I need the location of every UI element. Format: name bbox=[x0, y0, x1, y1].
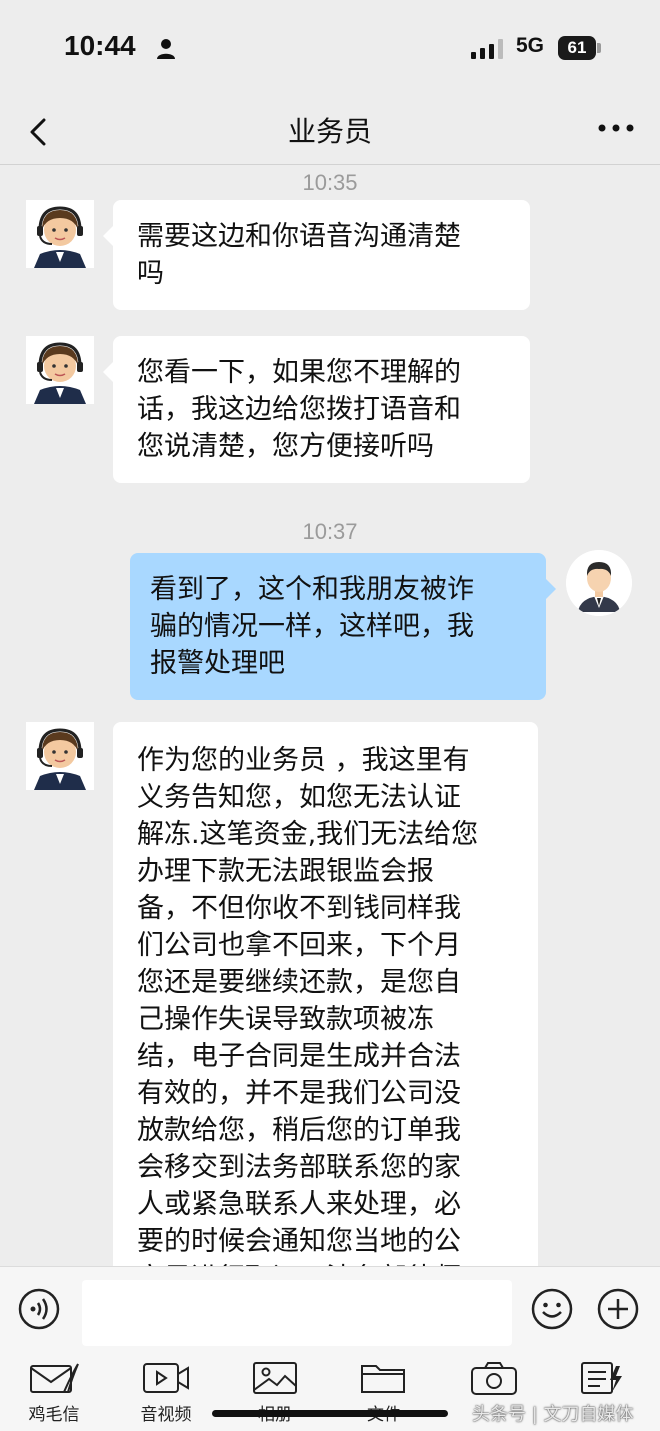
my-avatar[interactable] bbox=[566, 550, 632, 616]
battery-icon: 61 bbox=[558, 36, 596, 60]
agent-avatar-icon bbox=[26, 200, 94, 268]
message-text: 作为您的业务员 ，我这里有 义务告知您，如您无法认证 解冻.这笔资金,我们无法给… bbox=[137, 745, 479, 1282]
photo-album-icon bbox=[253, 1362, 297, 1394]
tool-note[interactable] bbox=[552, 1360, 652, 1400]
quick-note-icon bbox=[581, 1362, 622, 1394]
tool-camera[interactable] bbox=[444, 1360, 544, 1400]
message-text: 需要这边和你语音沟通清楚 吗 bbox=[137, 221, 461, 289]
signal-icon bbox=[471, 39, 503, 59]
camera-icon bbox=[471, 1362, 517, 1395]
chat-title: 业务员 bbox=[287, 115, 372, 148]
folder-icon bbox=[361, 1365, 405, 1393]
network-type: 5G bbox=[516, 34, 545, 57]
my-avatar-icon bbox=[566, 550, 632, 616]
input-bar bbox=[0, 1266, 660, 1347]
tool-letter[interactable]: 鸡毛信 bbox=[4, 1360, 104, 1425]
battery-tip bbox=[597, 43, 601, 53]
message-bubble[interactable]: 需要这边和你语音沟通清楚 吗 bbox=[103, 200, 530, 310]
message-bubble[interactable]: 作为您的业务员 ，我这里有 义务告知您，如您无法认证 解冻.这笔资金,我们无法给… bbox=[113, 722, 538, 1282]
watermark: 头条号 | 文刀自媒体 bbox=[472, 1404, 634, 1425]
home-indicator[interactable] bbox=[212, 1410, 448, 1417]
timestamp: 10:35 bbox=[302, 170, 358, 195]
agent-avatar[interactable] bbox=[26, 722, 94, 790]
tool-video[interactable]: 音视频 bbox=[116, 1360, 216, 1425]
status-bar: 10:44 5G 61 bbox=[0, 0, 660, 100]
person-icon bbox=[157, 39, 175, 59]
message-text: 您看一下，如果您不理解的 话，我这边给您拨打语音和 您说清楚，您方便接听吗 bbox=[137, 357, 461, 462]
message-bubble[interactable]: 您看一下，如果您不理解的 话，我这边给您拨打语音和 您说清楚，您方便接听吗 bbox=[103, 336, 530, 483]
nav-bar: 业务员 bbox=[0, 100, 660, 165]
timestamp: 10:37 bbox=[302, 519, 358, 544]
agent-avatar[interactable] bbox=[26, 336, 94, 404]
tool-label: 鸡毛信 bbox=[28, 1405, 80, 1425]
message-input[interactable] bbox=[82, 1280, 512, 1346]
voice-input-icon[interactable] bbox=[17, 1287, 61, 1331]
status-time: 10:44 bbox=[64, 30, 136, 61]
envelope-feather-icon bbox=[30, 1363, 79, 1393]
agent-avatar-icon bbox=[26, 722, 94, 790]
agent-avatar[interactable] bbox=[26, 200, 94, 268]
add-more-icon[interactable] bbox=[596, 1287, 640, 1331]
video-icon bbox=[143, 1363, 189, 1393]
my-message-bubble[interactable]: 看到了，这个和我朋友被诈 骗的情况一样，这样吧，我 报警处理吧 bbox=[130, 553, 556, 700]
tool-label: 音视频 bbox=[140, 1405, 192, 1425]
message-text: 看到了，这个和我朋友被诈 骗的情况一样，这样吧，我 报警处理吧 bbox=[150, 574, 474, 679]
more-options-icon[interactable] bbox=[596, 116, 636, 140]
emoji-icon[interactable] bbox=[530, 1287, 574, 1331]
agent-avatar-icon bbox=[26, 336, 94, 404]
